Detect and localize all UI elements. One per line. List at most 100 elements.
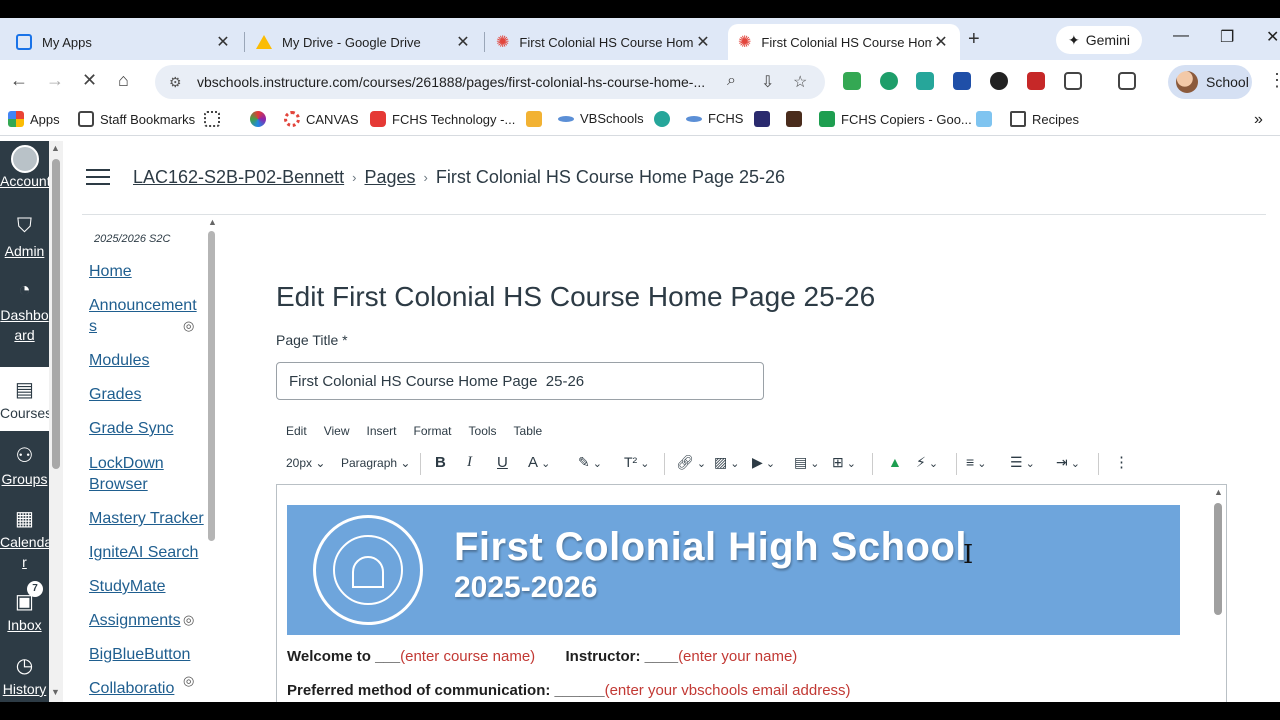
course-nav-mastery-tracker[interactable]: Mastery Tracker	[89, 508, 219, 529]
superscript-icon[interactable]: T² ⌄	[624, 454, 650, 470]
global-nav-dashboard[interactable]: ◔ Dashbo ard	[0, 279, 49, 345]
gemini-button[interactable]: ✦ Gemini	[1056, 26, 1142, 54]
zoom-icon[interactable]: ⌕	[727, 72, 736, 90]
global-nav-scrollbar[interactable]: ▲ ▼	[49, 141, 63, 702]
image-icon[interactable]: ▨ ⌄	[714, 454, 740, 471]
bookmark-recipes[interactable]: Recipes	[1010, 111, 1079, 127]
scroll-up-arrow-icon[interactable]: ▲	[1214, 487, 1223, 497]
global-nav-admin[interactable]: ⛉ Admin	[0, 215, 49, 261]
global-nav-calendar[interactable]: ▦ Calenda r	[0, 506, 52, 572]
menu-tools[interactable]: Tools	[469, 424, 497, 438]
underline-icon[interactable]: U	[497, 454, 508, 471]
scroll-up-arrow-icon[interactable]: ▲	[51, 143, 60, 153]
course-nav-modules[interactable]: Modules	[89, 350, 203, 371]
google-drive-icon[interactable]: ▲	[888, 454, 902, 470]
more-bookmarks-icon[interactable]: »	[1254, 111, 1263, 129]
bookmark-teal[interactable]	[654, 111, 670, 127]
bookmark-m[interactable]	[754, 111, 770, 127]
more-options-icon[interactable]: ⋮	[1114, 453, 1129, 471]
screencast-icon[interactable]	[1027, 72, 1045, 90]
course-nav-ignite-ai-search[interactable]: IgniteAI Search	[89, 542, 219, 563]
close-tab-icon[interactable]: ✕	[214, 32, 232, 52]
close-tab-icon[interactable]: ✕	[694, 32, 712, 52]
font-size-select[interactable]: 20px ⌄	[286, 456, 325, 470]
bookmark-p[interactable]	[976, 111, 992, 127]
new-tab-button[interactable]: +	[968, 28, 980, 51]
italic-icon[interactable]: I	[467, 454, 472, 471]
menu-format[interactable]: Format	[414, 424, 452, 438]
install-app-icon[interactable]: ⇩	[761, 72, 774, 92]
editor-scrollbar[interactable]: ▲	[1210, 485, 1226, 702]
browser-menu-icon[interactable]: ⋮	[1268, 70, 1280, 91]
close-tab-icon[interactable]: ✕	[932, 32, 950, 52]
stop-loading-icon[interactable]: ✕	[82, 70, 97, 91]
course-nav-studymate[interactable]: StudyMate	[89, 576, 203, 597]
bookmark-fire[interactable]	[786, 111, 802, 127]
apps-icon[interactable]: ⊞ ⌄	[832, 454, 856, 471]
tab-course-home-1[interactable]: ✺ First Colonial HS Course Home ✕	[486, 24, 722, 60]
extensions-puzzle-icon[interactable]	[1064, 72, 1082, 90]
menu-table[interactable]: Table	[514, 424, 543, 438]
breadcrumb-course-link[interactable]: LAC162-S2B-P02-Bennett	[133, 167, 344, 188]
bookmark-grid[interactable]	[204, 111, 220, 127]
tab-my-apps[interactable]: My Apps ✕	[6, 24, 242, 60]
align-icon[interactable]: ≡ ⌄	[966, 454, 986, 470]
course-menu-toggle-icon[interactable]	[86, 164, 110, 190]
course-nav-home[interactable]: Home	[89, 261, 203, 282]
bookmark-colorful[interactable]	[250, 111, 266, 127]
bookmark-fchs-copiers[interactable]: FCHS Copiers - Goo...	[819, 111, 972, 127]
global-nav-history[interactable]: ◷ History	[0, 653, 49, 699]
bookmark-icon-only[interactable]	[526, 111, 542, 127]
extension-icon[interactable]	[916, 72, 934, 90]
document-icon[interactable]: ▤ ⌄	[794, 454, 820, 471]
bookmark-apps[interactable]: Apps	[8, 111, 60, 127]
tab-course-home-active[interactable]: ✺ First Colonial HS Course Home ✕	[728, 24, 960, 60]
global-nav-account[interactable]: Account	[0, 145, 51, 191]
bullet-list-icon[interactable]: ☰ ⌄	[1010, 454, 1035, 471]
course-nav-bigbluebutton[interactable]: BigBlueButton	[89, 644, 203, 665]
scrollbar-thumb[interactable]	[208, 231, 215, 541]
course-nav-grade-sync[interactable]: Grade Sync	[89, 418, 203, 439]
global-nav-groups[interactable]: ⚇ Groups	[0, 443, 49, 489]
scrollbar-thumb[interactable]	[52, 159, 60, 469]
bookmark-star-icon[interactable]: ☆	[793, 72, 807, 92]
address-bar[interactable]: ⚙ vbschools.instructure.com/courses/2618…	[155, 65, 825, 99]
block-format-select[interactable]: Paragraph ⌄	[341, 456, 410, 470]
scrollbar-thumb[interactable]	[1214, 503, 1222, 615]
global-nav-courses[interactable]: ▤ Courses	[0, 367, 52, 431]
bookmark-vbschools[interactable]: VBSchools	[558, 111, 644, 126]
bookmark-staff-bookmarks[interactable]: Staff Bookmarks	[78, 111, 195, 127]
extension-icon[interactable]	[990, 72, 1008, 90]
indent-icon[interactable]: ⇥ ⌄	[1056, 454, 1080, 471]
forward-arrow-icon[interactable]: →	[46, 70, 64, 91]
scroll-up-arrow-icon[interactable]: ▲	[208, 217, 217, 227]
course-nav-scrollbar[interactable]: ▲	[206, 217, 218, 681]
bookmark-fchs-technology[interactable]: FCHS Technology -...	[370, 111, 515, 127]
home-icon[interactable]: ⌂	[118, 70, 129, 91]
global-nav-inbox[interactable]: ▣ 7 Inbox	[0, 581, 49, 635]
scroll-down-arrow-icon[interactable]: ▼	[51, 687, 60, 697]
extension-icon[interactable]	[843, 72, 861, 90]
grammarly-icon[interactable]	[880, 72, 898, 90]
plugin-icon[interactable]: ⚡︎ ⌄	[916, 454, 938, 471]
site-settings-icon[interactable]: ⚙	[169, 74, 191, 91]
course-nav-grades[interactable]: Grades	[89, 384, 203, 405]
breadcrumb-pages-link[interactable]: Pages	[364, 167, 415, 188]
link-icon[interactable]: 🔗︎ ⌄	[676, 454, 706, 471]
bitwarden-icon[interactable]	[953, 72, 971, 90]
minimize-icon[interactable]: —	[1173, 27, 1189, 45]
media-icon[interactable]: ▶ ⌄	[752, 454, 775, 471]
tab-google-drive[interactable]: My Drive - Google Drive ✕	[246, 24, 482, 60]
menu-view[interactable]: View	[324, 424, 350, 438]
course-nav-lockdown-browser[interactable]: LockDown Browser	[89, 453, 203, 495]
bookmark-canvas[interactable]: CANVAS	[284, 111, 359, 127]
rich-content-editor[interactable]: First Colonial High School 2025-2026 Wel…	[276, 484, 1227, 702]
profile-button[interactable]: School	[1168, 65, 1252, 99]
close-tab-icon[interactable]: ✕	[454, 32, 472, 52]
back-arrow-icon[interactable]: ←	[10, 70, 28, 91]
highlight-color-icon[interactable]: ✎ ⌄	[578, 454, 602, 471]
tab-search-icon[interactable]	[1118, 72, 1136, 90]
restore-icon[interactable]: ❐	[1220, 27, 1234, 47]
text-color-icon[interactable]: A ⌄	[528, 454, 550, 471]
menu-insert[interactable]: Insert	[366, 424, 396, 438]
